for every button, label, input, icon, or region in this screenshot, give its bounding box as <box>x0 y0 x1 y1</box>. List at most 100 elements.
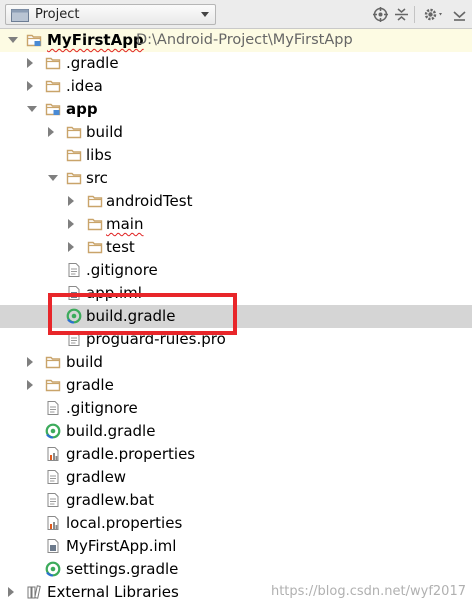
tree-item-label: External Libraries <box>47 583 179 601</box>
tree-row[interactable]: gradlew.bat <box>0 489 472 512</box>
folder-icon <box>45 78 61 94</box>
folder-icon <box>87 193 103 209</box>
tree-item-label: gradlew <box>66 468 127 486</box>
tree-item-label: MyFirstApp <box>47 31 144 49</box>
tree-row[interactable]: androidTest <box>0 190 472 213</box>
toolbar-divider <box>414 6 415 23</box>
expand-arrow-down-icon[interactable] <box>27 106 37 112</box>
project-toolbar: Project <box>0 0 472 29</box>
tree-row[interactable]: app <box>0 98 472 121</box>
project-path: D:\Android-Project\MyFirstApp <box>136 32 353 48</box>
text-file-icon <box>66 262 82 278</box>
iml-file-icon <box>45 538 61 554</box>
module-folder-icon <box>26 32 42 48</box>
hide-panel-icon <box>452 11 466 21</box>
tree-row[interactable]: build <box>0 121 472 144</box>
collapse-all-icon <box>394 8 408 21</box>
expand-arrow-right-icon[interactable] <box>68 219 74 229</box>
tree-item-label: .gitignore <box>86 261 158 279</box>
tree-row[interactable]: settings.gradle <box>0 558 472 581</box>
tree-row[interactable]: .gradle <box>0 52 472 75</box>
tree-row[interactable]: .gitignore <box>0 259 472 282</box>
tree-item-label: gradle.properties <box>66 445 196 463</box>
tree-row[interactable]: src <box>0 167 472 190</box>
settings-button[interactable] <box>422 5 446 24</box>
folder-icon <box>45 377 61 393</box>
tree-row[interactable]: gradle.properties <box>0 443 472 466</box>
tree-row[interactable]: MyFirstApp D:\Android-Project\MyFirstApp <box>0 29 472 52</box>
folder-icon <box>66 124 82 140</box>
expand-arrow-down-icon[interactable] <box>8 37 18 43</box>
tree-item-label: gradle <box>66 376 114 394</box>
tree-item-label: androidTest <box>106 192 193 210</box>
gradle-icon <box>45 561 61 577</box>
expand-arrow-right-icon[interactable] <box>68 196 74 206</box>
tree-item-label: build <box>66 353 103 371</box>
libraries-icon <box>26 584 42 600</box>
folder-icon <box>66 147 82 163</box>
tree-row[interactable]: build.gradle <box>0 305 472 328</box>
folder-icon <box>45 354 61 370</box>
tree-item-label: libs <box>86 146 112 164</box>
hide-panel-button[interactable] <box>450 5 468 24</box>
tree-item-label: .gradle <box>66 54 119 72</box>
gradle-icon <box>45 423 61 439</box>
scroll-from-source-button[interactable] <box>372 5 388 24</box>
tree-row[interactable]: .gitignore <box>0 397 472 420</box>
folder-icon <box>45 55 61 71</box>
tree-item-label: src <box>86 169 108 187</box>
tree-item-label: test <box>106 238 135 256</box>
tree-item-label: .idea <box>66 77 103 95</box>
text-file-icon <box>45 492 61 508</box>
tree-row[interactable]: build.gradle <box>0 420 472 443</box>
folder-icon <box>87 239 103 255</box>
folder-icon <box>66 170 82 186</box>
tree-row[interactable]: .idea <box>0 75 472 98</box>
properties-file-icon <box>45 515 61 531</box>
expand-arrow-right-icon[interactable] <box>27 58 33 68</box>
tree-item-label: proguard-rules.pro <box>86 330 226 348</box>
tree-row[interactable]: main <box>0 213 472 236</box>
project-view-dropdown[interactable]: Project <box>5 4 216 25</box>
expand-arrow-right-icon[interactable] <box>27 380 33 390</box>
expand-arrow-right-icon[interactable] <box>27 81 33 91</box>
tree-item-label: build <box>86 123 123 141</box>
tree-item-label: build.gradle <box>66 422 156 440</box>
tree-row[interactable]: local.properties <box>0 512 472 535</box>
watermark: https://blog.csdn.net/wyf2017 <box>270 584 466 599</box>
folder-icon <box>87 216 103 232</box>
properties-file-icon <box>45 446 61 462</box>
tree-row[interactable]: build <box>0 351 472 374</box>
tree-item-label: main <box>106 215 144 233</box>
expand-arrow-right-icon[interactable] <box>8 587 14 597</box>
module-folder-icon <box>45 101 61 117</box>
project-view-icon <box>11 9 29 22</box>
tree-item-label: build.gradle <box>86 307 176 325</box>
collapse-all-button[interactable] <box>393 5 409 24</box>
tree-item-label: MyFirstApp.iml <box>66 537 177 555</box>
tree-row[interactable]: gradle <box>0 374 472 397</box>
tree-item-label: gradlew.bat <box>66 491 155 509</box>
tree-row[interactable]: libs <box>0 144 472 167</box>
expand-arrow-right-icon[interactable] <box>27 357 33 367</box>
tree-item-label: app.iml <box>86 284 142 302</box>
tree-item-label: app <box>66 100 98 118</box>
tree-item-label: local.properties <box>66 514 183 532</box>
iml-file-icon <box>66 285 82 301</box>
tree-row[interactable]: test <box>0 236 472 259</box>
chevron-down-icon <box>201 12 209 17</box>
tree-item-label: .gitignore <box>66 399 138 417</box>
gradle-icon <box>66 308 82 324</box>
text-file-icon <box>45 469 61 485</box>
tree-row[interactable]: proguard-rules.pro <box>0 328 472 351</box>
tree-row[interactable]: app.iml <box>0 282 472 305</box>
tree-item-label: settings.gradle <box>66 560 179 578</box>
expand-arrow-right-icon[interactable] <box>48 127 54 137</box>
expand-arrow-down-icon[interactable] <box>48 175 58 181</box>
tree-row[interactable]: gradlew <box>0 466 472 489</box>
target-icon <box>372 7 388 22</box>
tree-row[interactable]: MyFirstApp.iml <box>0 535 472 558</box>
expand-arrow-right-icon[interactable] <box>68 242 74 252</box>
project-view-label: Project <box>35 7 80 22</box>
gear-icon <box>424 8 442 21</box>
